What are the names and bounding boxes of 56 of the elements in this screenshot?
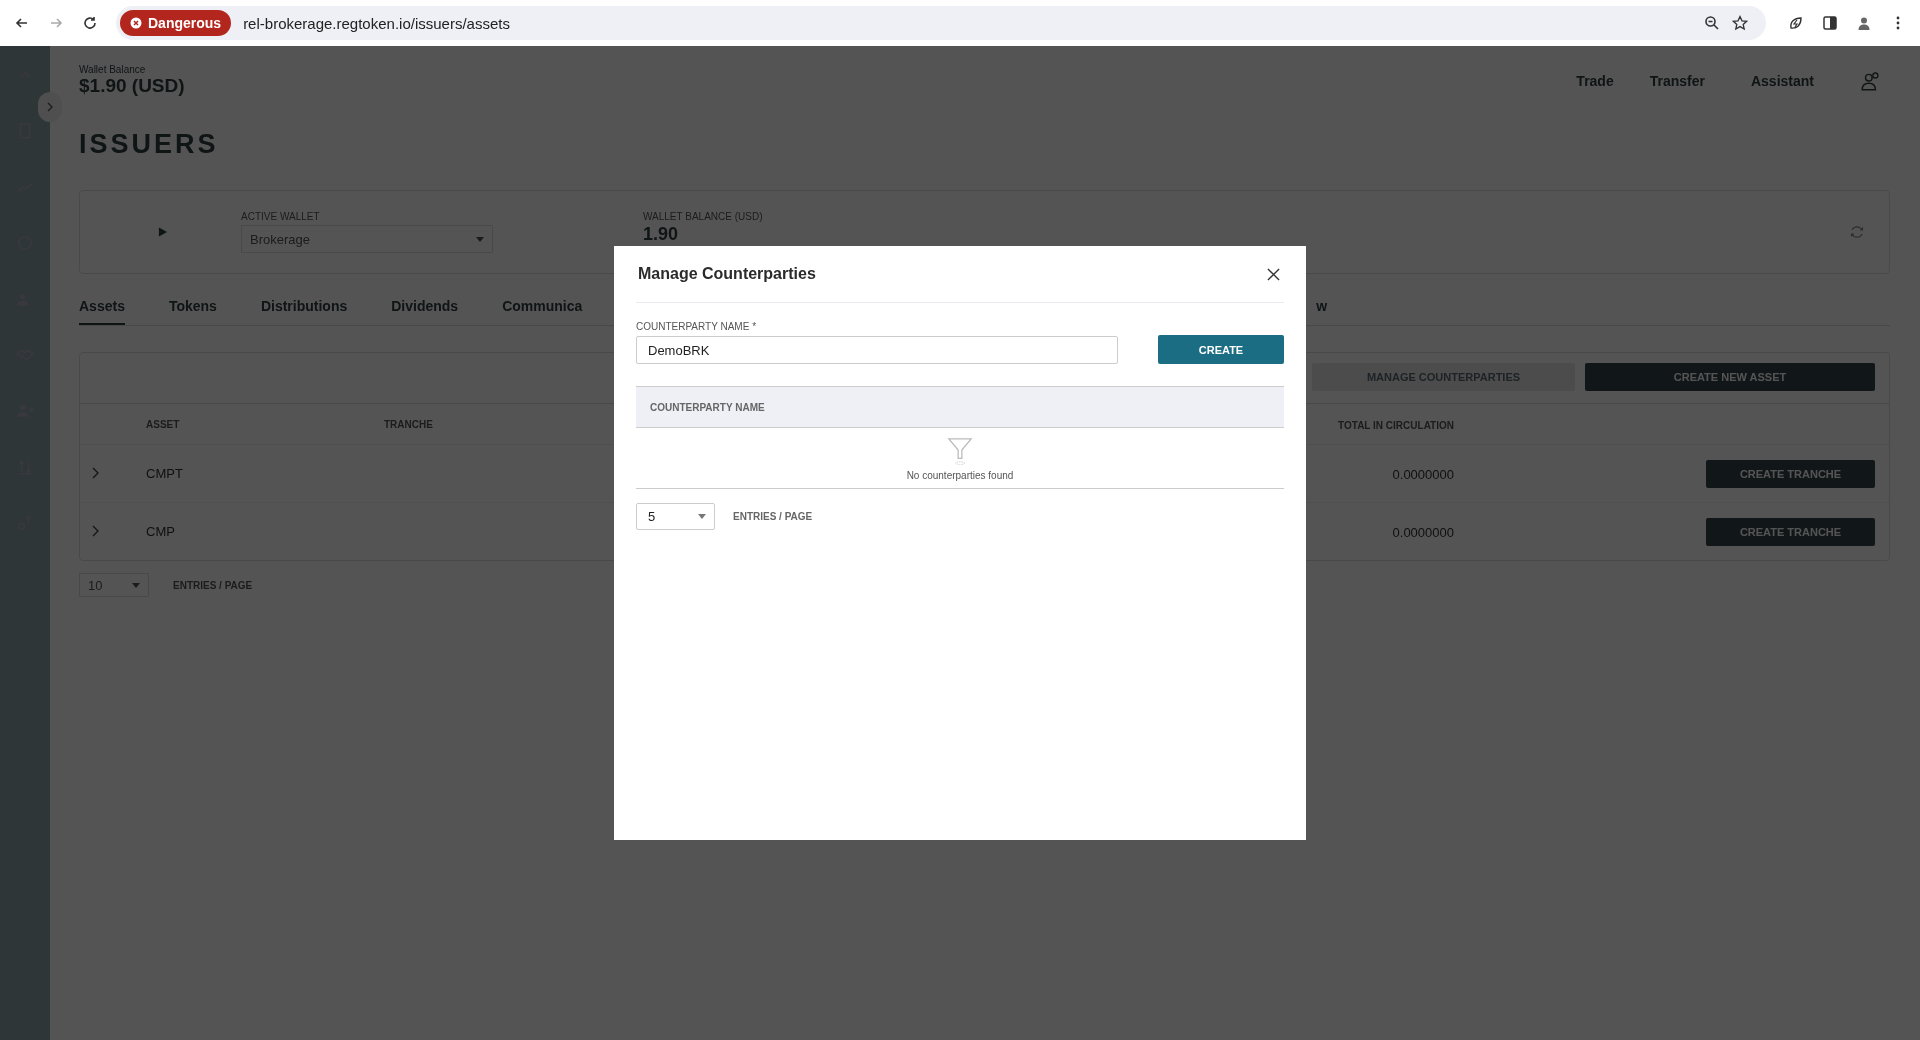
tab[interactable]: Assets	[79, 294, 125, 325]
nav-link[interactable]: Transfer	[1649, 72, 1705, 89]
nav-link[interactable]: Assistant	[1750, 72, 1814, 89]
table-cell-text: CMP	[146, 524, 176, 539]
chevron-right-icon	[45, 102, 55, 112]
column-header: COUNTERPARTY NAME	[650, 401, 765, 413]
wallet-balance: $1.90 (USD)	[79, 75, 185, 97]
table-cell: 0.0000000	[1392, 466, 1454, 482]
dialog-title: Manage Counterparties	[638, 265, 816, 283]
security-badge[interactable]: Dangerous	[120, 10, 232, 36]
column-header: ASSET	[146, 418, 181, 430]
avatar-icon[interactable]	[1856, 15, 1872, 31]
star-icon[interactable]	[1732, 15, 1748, 31]
column-header: TRANCHE	[384, 418, 434, 430]
create-tranche-button[interactable]: CREATE TRANCHE	[1706, 459, 1875, 488]
wallet-dropdown[interactable]: Brokerage	[241, 225, 493, 253]
table-cell-text: CMPT	[146, 466, 184, 481]
toolbar-button[interactable]: CREATE NEW ASSET	[1585, 363, 1875, 391]
address-bar[interactable]: Dangerous rel-brokerage.regtoken.io/issuers/assets	[116, 6, 1766, 40]
side-panel-icon[interactable]	[1822, 15, 1838, 31]
funnel-icon	[947, 436, 973, 466]
entries-label: ENTRIES / PAGE	[733, 511, 813, 522]
input-field[interactable]: DemoBRK	[636, 336, 1118, 364]
tab[interactable]: Tokens	[168, 294, 217, 325]
reload-icon[interactable]	[82, 15, 98, 31]
dropdown-icon	[476, 236, 484, 242]
create-tranche-button[interactable]: CREATE TRANCHE	[1706, 517, 1875, 546]
tab[interactable]: Distributions	[260, 294, 348, 325]
zoom-icon[interactable]	[1704, 15, 1720, 31]
page-size-dropdown[interactable]: 5	[636, 503, 715, 530]
tab[interactable]: Dividends	[391, 294, 459, 325]
close-icon[interactable]	[1267, 267, 1280, 281]
play-icon[interactable]	[158, 227, 167, 237]
sidebar-toggle[interactable]	[38, 92, 62, 122]
create-button[interactable]: CREATE	[1158, 335, 1284, 364]
tab[interactable]: w	[1316, 294, 1328, 325]
balance-label: Wallet Balance	[79, 64, 147, 75]
empty-message: No counterparties found	[906, 470, 1014, 481]
balance-value: 1.90	[643, 224, 680, 245]
error-icon	[130, 17, 142, 29]
table-cell: 0.0000000	[1392, 524, 1454, 540]
expand-icon[interactable]	[92, 466, 100, 479]
page-size-dropdown[interactable]: 10	[79, 573, 149, 597]
url-text: rel-brokerage.regtoken.io/issuers/assets	[243, 14, 510, 32]
dropdown-icon	[698, 514, 706, 519]
dropdown-icon	[132, 582, 140, 588]
field-label: COUNTERPARTY NAME *	[636, 321, 758, 332]
field-label: ACTIVE WALLET	[241, 211, 321, 222]
page-title: ISSUERS	[79, 129, 220, 160]
entries-label: ENTRIES / PAGE	[173, 579, 253, 591]
refresh-icon[interactable]	[1849, 224, 1865, 240]
nav-link[interactable]: Trade	[1576, 72, 1614, 89]
expand-icon[interactable]	[92, 524, 100, 537]
users-icon[interactable]	[1860, 69, 1882, 92]
column-header: TOTAL IN CIRCULATION	[1338, 420, 1454, 431]
leaf-icon[interactable]	[1788, 15, 1804, 31]
